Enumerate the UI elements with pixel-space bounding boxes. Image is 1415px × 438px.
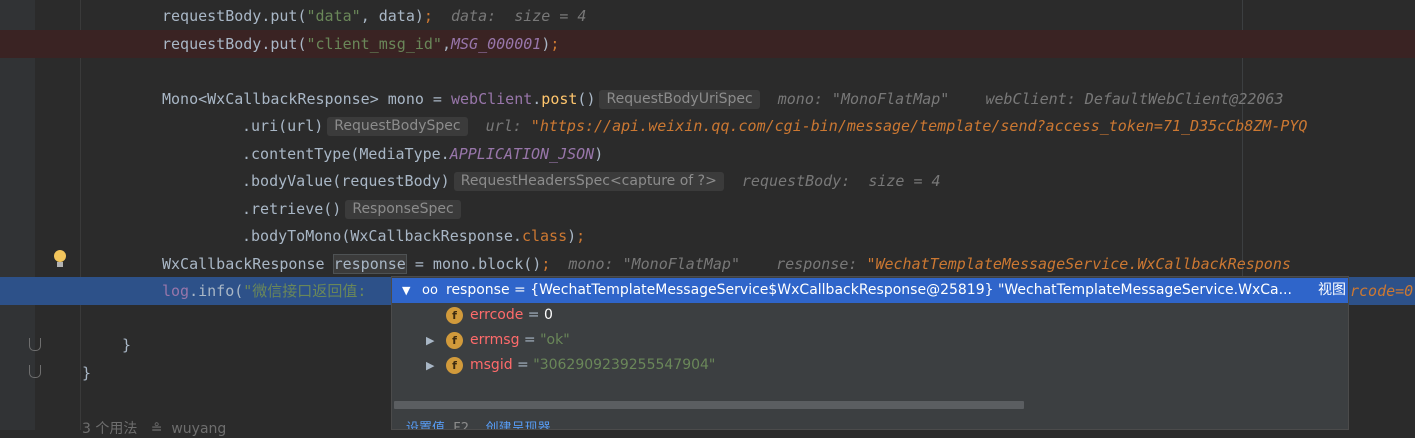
code-line[interactable]: Mono<WxCallbackResponse> mono = webClien… [0, 85, 1415, 113]
field-icon: f [446, 332, 463, 349]
code-line[interactable]: requestBody.put("data", data); data: siz… [0, 2, 1415, 30]
field-icon: f [446, 357, 463, 374]
tree-node-field[interactable]: f errcode = 0 [392, 303, 1348, 328]
popup-toolbar: 设置值 F2 创建呈现器 [406, 417, 551, 430]
watch-glasses-icon: oo [422, 283, 438, 298]
code-line[interactable]: .contentType(MediaType.APPLICATION_JSON) [0, 140, 1415, 168]
chevron-right-icon[interactable]: ▶ [426, 353, 434, 378]
chevron-right-icon[interactable]: ▶ [426, 328, 434, 353]
type-hint: RequestBodySpec [327, 117, 468, 136]
type-hint: RequestHeadersSpec<capture of ?> [453, 172, 724, 191]
code-line[interactable]: WxCallbackResponse response = mono.block… [0, 250, 1415, 278]
debug-value-popup[interactable]: ▼ oo response = {WechatTemplateMessageSe… [391, 276, 1349, 430]
code-line[interactable]: .bodyToMono(WxCallbackResponse.class); [0, 222, 1415, 250]
tree-node-response[interactable]: ▼ oo response = {WechatTemplateMessageSe… [392, 278, 1348, 303]
horizontal-scrollbar[interactable] [394, 401, 1024, 409]
code-line[interactable]: .uri(url) RequestBodySpec url: "https://a… [0, 112, 1415, 140]
shortcut-key: F2 [453, 421, 470, 430]
hovered-variable[interactable]: response [332, 254, 407, 274]
code-line[interactable]: .bodyValue(requestBody) RequestHeadersSpe… [0, 167, 1415, 195]
tree-node-field[interactable]: ▶ f msgid = "3062909239255547904" [392, 353, 1348, 378]
tree-node-field[interactable]: ▶ f errmsg = "ok" [392, 328, 1348, 353]
set-value-link[interactable]: 设置值 [406, 421, 445, 429]
breakpoint-line[interactable]: requestBody.put("client_msg_id",MSG_0000… [0, 30, 1415, 58]
code-line[interactable]: .retrieve() ResponseSpec [0, 195, 1415, 223]
field-icon: f [446, 307, 463, 324]
view-link[interactable]: 视图 [1318, 278, 1346, 303]
type-hint: RequestBodyUriSpec [599, 90, 760, 109]
create-renderer-link[interactable]: 创建呈现器 [486, 421, 551, 429]
chevron-down-icon[interactable]: ▼ [402, 278, 410, 303]
usages-hint[interactable]: 3 个用法 ≗ wuyang [82, 418, 226, 438]
type-hint: ResponseSpec [345, 200, 461, 219]
inline-value-hint: data: size = 4 [451, 7, 587, 25]
